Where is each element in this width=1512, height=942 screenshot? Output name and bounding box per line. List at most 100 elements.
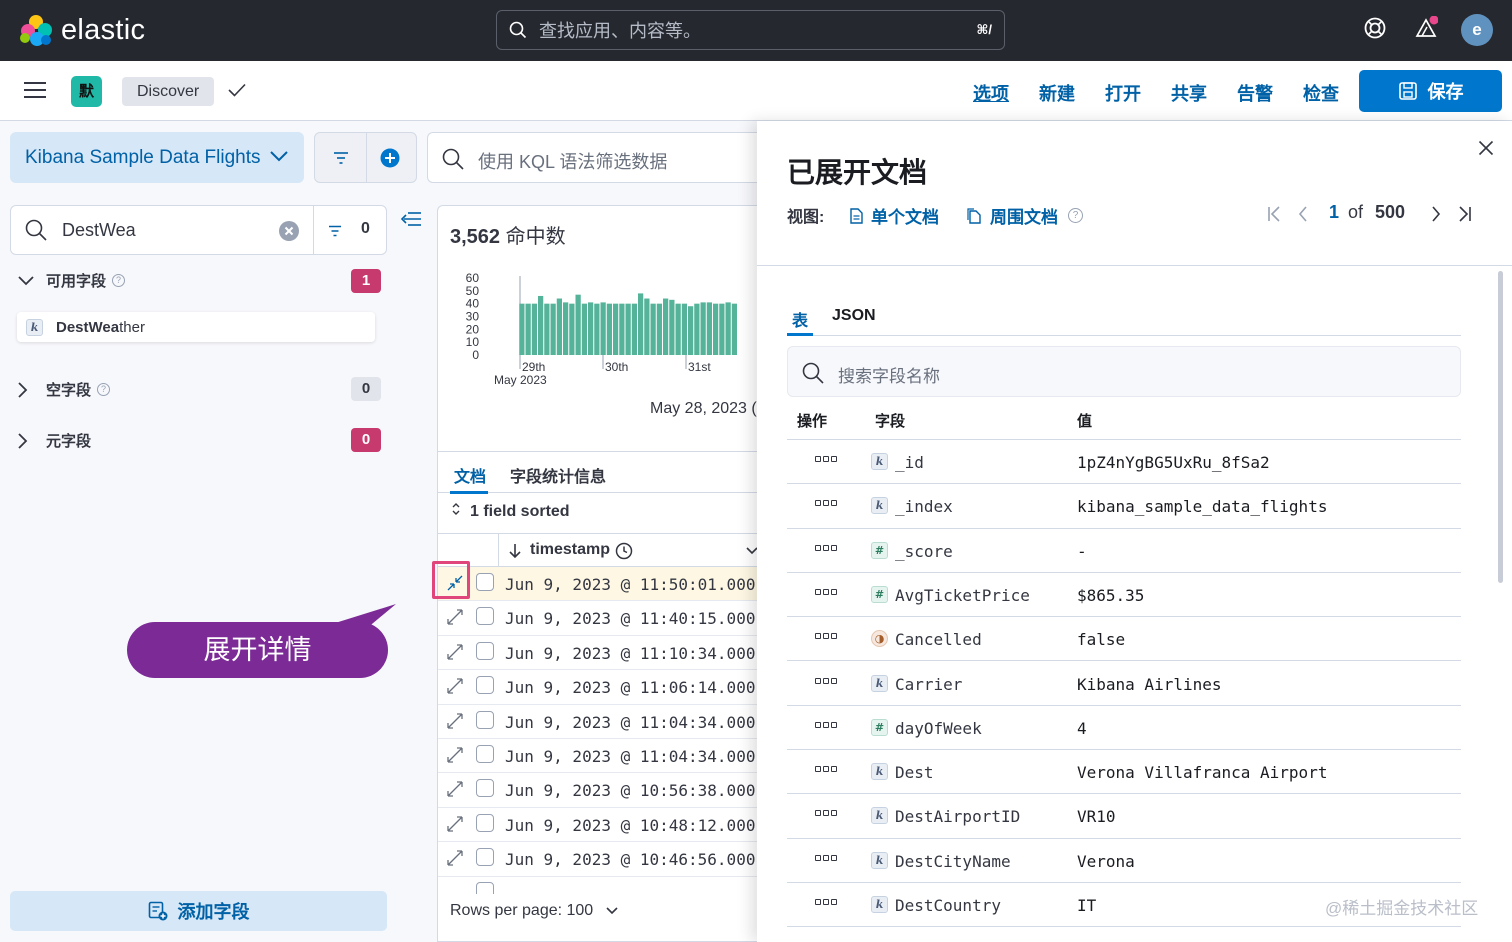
new-link[interactable]: 新建 (1039, 80, 1075, 106)
histogram-bar[interactable] (556, 298, 562, 355)
row-checkbox[interactable] (476, 779, 494, 798)
histogram-bar[interactable] (638, 293, 644, 355)
flyout-scrollbar[interactable] (1498, 271, 1503, 583)
expand-row-icon[interactable] (447, 644, 463, 660)
histogram-bar[interactable] (700, 302, 706, 355)
histogram-bar[interactable] (706, 302, 712, 355)
table-row[interactable]: Jun 9, 2023 @ 11:40:15.000 (438, 601, 768, 636)
histogram-bar[interactable] (694, 303, 700, 355)
histogram-bar[interactable] (588, 302, 594, 355)
histogram-bar[interactable] (681, 303, 687, 355)
histogram-bar[interactable] (713, 303, 719, 355)
elastic-logo[interactable]: elastic (20, 14, 145, 47)
histogram-bar[interactable] (719, 303, 725, 355)
share-link[interactable]: 共享 (1171, 80, 1207, 106)
sort-desc-icon[interactable] (508, 543, 522, 559)
field-search-input[interactable]: DestWea 0 (10, 205, 387, 255)
kql-query-input[interactable]: 使用 KQL 语法筛选数据 (427, 132, 767, 183)
user-avatar[interactable]: e (1461, 14, 1493, 46)
expand-row-icon[interactable] (447, 609, 463, 626)
close-icon[interactable] (1478, 140, 1494, 156)
single-document-link[interactable]: 单个文档 (850, 203, 939, 228)
tab-json[interactable]: JSON (832, 307, 876, 325)
histogram-bar[interactable] (731, 303, 737, 355)
first-page-icon[interactable] (1267, 206, 1281, 222)
filter-icon[interactable] (333, 151, 349, 165)
table-row[interactable]: Jun 9, 2023 @ 10:48:12.000 (438, 808, 768, 843)
help-icon[interactable]: ? (97, 383, 111, 396)
histogram-bar[interactable] (669, 299, 675, 355)
field-type-filter[interactable]: 0 (313, 206, 387, 254)
previous-page-icon[interactable] (1298, 206, 1308, 222)
help-icon[interactable] (1363, 16, 1387, 40)
table-row[interactable]: Jun 9, 2023 @ 10:46:56.000 (438, 842, 768, 877)
row-checkbox[interactable] (476, 813, 494, 832)
field-actions-icon[interactable] (815, 810, 837, 817)
table-row[interactable]: Jun 9, 2023 @ 11:50:01.000 (438, 567, 768, 602)
field-actions-icon[interactable] (815, 588, 837, 595)
histogram-bar[interactable] (531, 303, 537, 355)
collapse-sidebar-icon[interactable] (400, 210, 422, 228)
field-actions-icon[interactable] (815, 677, 837, 684)
histogram-bar[interactable] (688, 306, 694, 355)
table-row[interactable]: Jun 9, 2023 @ 11:04:34.000 (438, 739, 768, 774)
row-checkbox[interactable] (476, 745, 494, 763)
histogram-bar[interactable] (594, 303, 600, 355)
data-view-selector[interactable]: Kibana Sample Data Flights (10, 132, 304, 183)
notifications-icon[interactable] (1414, 16, 1438, 40)
table-row[interactable]: Jun 9, 2023 @ 11:04:34.000 (438, 705, 768, 739)
field-actions-icon[interactable] (815, 633, 837, 640)
save-button[interactable]: 保存 (1359, 70, 1502, 112)
histogram-bar[interactable] (663, 298, 669, 355)
row-checkbox[interactable] (476, 676, 494, 695)
field-name-search-input[interactable]: 搜索字段名称 (787, 346, 1461, 397)
space-avatar[interactable]: 默 (71, 76, 102, 107)
open-link[interactable]: 打开 (1105, 80, 1141, 106)
histogram-bar[interactable] (625, 303, 631, 355)
tab-field-statistics[interactable]: 字段统计信息 (510, 463, 606, 487)
field-actions-icon[interactable] (815, 721, 837, 728)
rows-per-page-select[interactable]: Rows per page: 100 (450, 902, 618, 920)
global-search-input[interactable]: 查找应用、内容等。 ⌘/ (496, 10, 1005, 50)
empty-fields-toggle[interactable]: 空字段 ? (18, 379, 111, 400)
help-icon[interactable]: ? (112, 274, 126, 287)
alerts-link[interactable]: 告警 (1237, 80, 1273, 106)
options-link[interactable]: 选项 (973, 80, 1009, 106)
expand-row-icon[interactable] (447, 850, 463, 866)
histogram-bar[interactable] (563, 302, 569, 355)
meta-fields-toggle[interactable]: 元字段 (18, 430, 91, 451)
expand-row-icon[interactable] (447, 747, 463, 763)
last-page-icon[interactable] (1458, 206, 1472, 222)
histogram-bar[interactable] (569, 303, 575, 355)
table-row[interactable]: Jun 9, 2023 @ 11:06:14.000 (438, 670, 768, 705)
timestamp-column-header[interactable]: timestamp (530, 541, 610, 559)
add-field-button[interactable]: 添加字段 (10, 891, 387, 931)
histogram-bar[interactable] (725, 302, 731, 355)
field-actions-icon[interactable] (815, 899, 837, 905)
tab-table[interactable]: 表 (792, 307, 808, 331)
menu-icon[interactable] (24, 82, 46, 100)
inspect-link[interactable]: 检查 (1303, 80, 1339, 106)
row-checkbox[interactable] (476, 641, 494, 660)
histogram-bar[interactable] (656, 303, 662, 355)
expand-row-icon[interactable] (447, 816, 463, 832)
histogram-bar[interactable] (613, 303, 619, 355)
clear-search-icon[interactable] (279, 221, 299, 241)
field-actions-icon[interactable] (815, 854, 837, 861)
available-fields-toggle[interactable]: 可用字段 ? (18, 270, 126, 291)
histogram-chart[interactable]: 605040302010029th 30th 31stMay 2023 (448, 266, 778, 391)
row-checkbox[interactable] (476, 848, 494, 867)
expand-row-icon[interactable] (447, 781, 463, 798)
histogram-bar[interactable] (675, 303, 681, 355)
field-item-destweather[interactable]: k DestWeather (17, 312, 375, 342)
histogram-bar[interactable] (550, 303, 556, 355)
histogram-bar[interactable] (600, 302, 606, 355)
histogram-bar[interactable] (606, 303, 612, 355)
row-checkbox[interactable] (476, 710, 494, 729)
histogram-bar[interactable] (519, 303, 525, 355)
histogram-bar[interactable] (544, 303, 550, 355)
table-row[interactable]: Jun 9, 2023 @ 10:56:38.000 (438, 773, 768, 808)
sort-control[interactable]: 1 field sorted (450, 502, 570, 521)
histogram-bar[interactable] (650, 303, 656, 355)
field-actions-icon[interactable] (815, 766, 837, 773)
